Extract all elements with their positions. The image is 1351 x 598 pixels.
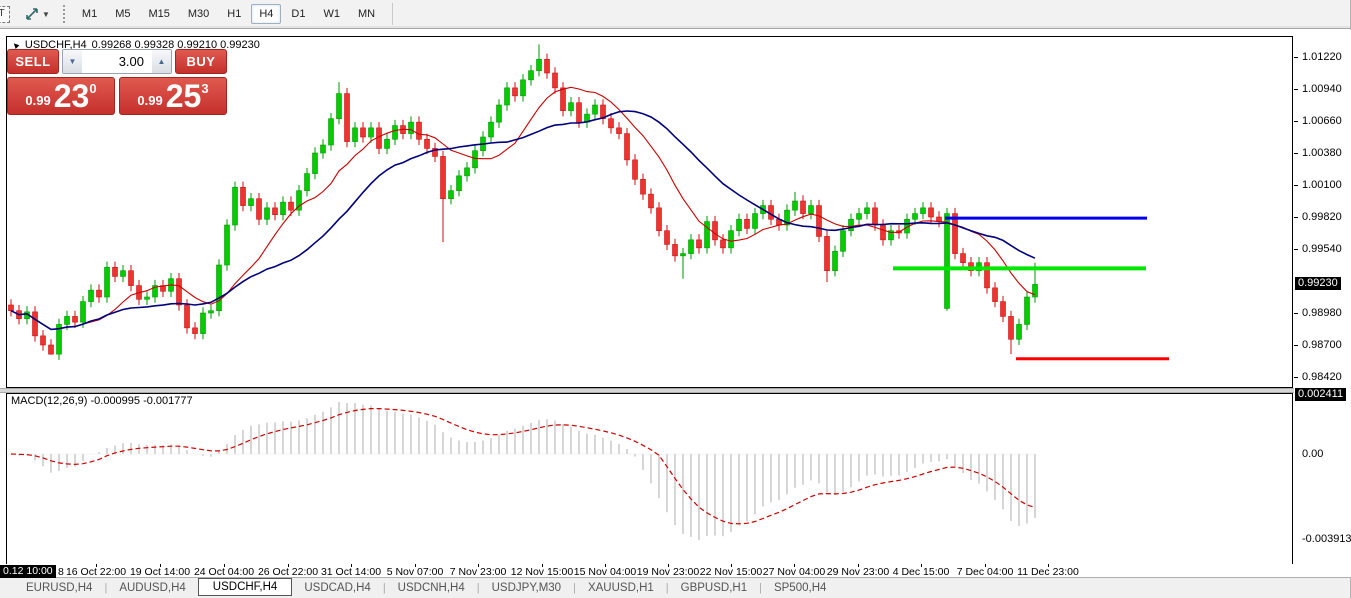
selection-tool-icon[interactable]: T — [0, 6, 10, 23]
sell-button[interactable]: SELL — [7, 49, 59, 74]
macd-panel[interactable]: MACD(12,26,9) -0.000995 -0.001777 — [6, 393, 1293, 565]
macd-signal-value: -0.001777 — [143, 395, 193, 407]
tab-xauusd-h1[interactable]: XAUUSD,H1 — [576, 580, 666, 596]
price-axis-tick — [1294, 185, 1298, 186]
ma-10-line — [11, 87, 1035, 329]
chart-workspace: ▲ USDCHF,H4 0.99268 0.99328 0.99210 0.99… — [0, 30, 1350, 577]
price-axis-label: 1.01220 — [1302, 51, 1342, 63]
macd-main-value: -0.000995 — [90, 395, 140, 407]
tab-usdcad-h4[interactable]: USDCAD,H4 — [292, 580, 382, 596]
macd-zero-label: 0.00 — [1302, 448, 1323, 460]
tab-eurusd-h4[interactable]: EURUSD,H4 — [14, 580, 104, 596]
toolbar: T ▼ M1M5M15M30H1H4D1W1MN — [0, 0, 1350, 29]
sell-price-box[interactable]: 0.99 23 0 — [7, 77, 115, 115]
buy-price-box[interactable]: 0.99 25 3 — [119, 77, 227, 115]
price-axis-label: 0.98420 — [1302, 371, 1342, 383]
tab-usdjpy-m30[interactable]: USDJPY,M30 — [480, 580, 573, 596]
price-axis-tick — [1294, 89, 1298, 90]
macd-histogram — [11, 402, 1035, 540]
tab-sp500-h4[interactable]: SP500,H4 — [762, 580, 838, 596]
ma-21-line — [11, 111, 1035, 329]
chart-tabbar: EURUSD,H4|AUDUSD,H4USDCHF,H4USDCAD,H4|US… — [0, 577, 1350, 598]
timeframe-d1[interactable]: D1 — [283, 4, 313, 24]
sell-price-big: 23 — [54, 78, 90, 115]
macd-name: MACD(12,26,9) — [11, 395, 87, 407]
arrows-glyph — [25, 7, 39, 21]
price-axis-tick — [1294, 249, 1298, 250]
dropdown-caret-icon[interactable]: ▼ — [42, 10, 50, 19]
price-axis-tick — [1294, 121, 1298, 122]
volume-spinner: ▼ 3.00 ▲ — [62, 49, 172, 74]
price-axis-tick — [1294, 153, 1298, 154]
macd-header: MACD(12,26,9) -0.000995 -0.001777 — [11, 395, 193, 407]
timeframe-m15[interactable]: M15 — [140, 4, 177, 24]
price-axis-label: 1.00380 — [1302, 147, 1342, 159]
timeframe-m5[interactable]: M5 — [107, 4, 138, 24]
toolbar-separator — [392, 3, 393, 25]
price-axis[interactable]: 1.01220 1.00940 1.00660 1.00380 1.00100 0.998… — [1294, 30, 1351, 577]
tab-usdchf-h4[interactable]: USDCHF,H4 — [198, 578, 293, 596]
buy-price-small: 0.99 — [137, 93, 162, 114]
time-axis[interactable]: 0.12 10:00 8 16 Oct 22:0019 Oct 14:0024 … — [0, 564, 1295, 578]
buy-price-big: 25 — [166, 78, 202, 115]
price-axis-label: 1.00100 — [1302, 179, 1342, 191]
tab-audusd-h4[interactable]: AUDUSD,H4 — [107, 580, 197, 596]
price-axis-tick — [1294, 377, 1298, 378]
one-click-trading-panel: SELL ▼ 3.00 ▲ BUY 0.99 23 0 0.99 25 3 — [7, 49, 227, 115]
price-axis-tick — [1294, 313, 1298, 314]
timeframe-h1[interactable]: H1 — [219, 4, 249, 24]
volume-increase-button[interactable]: ▲ — [152, 50, 171, 73]
tab-usdcnh-h4[interactable]: USDCNH,H4 — [386, 580, 477, 596]
volume-value[interactable]: 3.00 — [82, 50, 152, 73]
timeframe-m1[interactable]: M1 — [74, 4, 105, 24]
price-axis-label: 0.98700 — [1302, 339, 1342, 351]
timeframe-mn[interactable]: MN — [350, 4, 383, 24]
timeframe-w1[interactable]: W1 — [315, 4, 348, 24]
volume-decrease-button[interactable]: ▼ — [63, 50, 82, 73]
tab-gbpusd-h1[interactable]: GBPUSD,H1 — [669, 580, 759, 596]
price-axis-tick — [1294, 217, 1298, 218]
macd-canvas[interactable] — [7, 394, 1292, 564]
buy-price-sup: 3 — [201, 81, 208, 96]
time-cursor-badge: 0.12 10:00 — [0, 565, 56, 578]
price-axis-label: 0.99540 — [1302, 243, 1342, 255]
price-axis-label: 1.00660 — [1302, 115, 1342, 127]
price-axis-label: 1.00940 — [1302, 83, 1342, 95]
macd-value-badge: 0.002411 — [1295, 388, 1346, 401]
crosshair-arrows-icon[interactable]: ▼ — [22, 5, 53, 23]
price-axis-label: 0.99820 — [1302, 211, 1342, 223]
sell-price-sup: 0 — [89, 81, 96, 96]
buy-button[interactable]: BUY — [175, 49, 227, 74]
toolbar-grip[interactable] — [63, 5, 65, 23]
trading-terminal-window: { "toolbar": { "timeframes": [ {"label":… — [0, 0, 1351, 598]
current-price-badge: 0.99230 — [1295, 277, 1341, 290]
macd-bottom-label: -0.003913 — [1302, 533, 1351, 545]
price-axis-tick — [1294, 345, 1298, 346]
timeframe-m30[interactable]: M30 — [180, 4, 217, 24]
price-axis-label: 0.98980 — [1302, 307, 1342, 319]
timeframe-buttons: M1M5M15M30H1H4D1W1MN — [73, 0, 384, 28]
sell-price-small: 0.99 — [25, 93, 50, 114]
timeframe-h4[interactable]: H4 — [251, 4, 281, 24]
price-axis-tick — [1294, 57, 1298, 58]
